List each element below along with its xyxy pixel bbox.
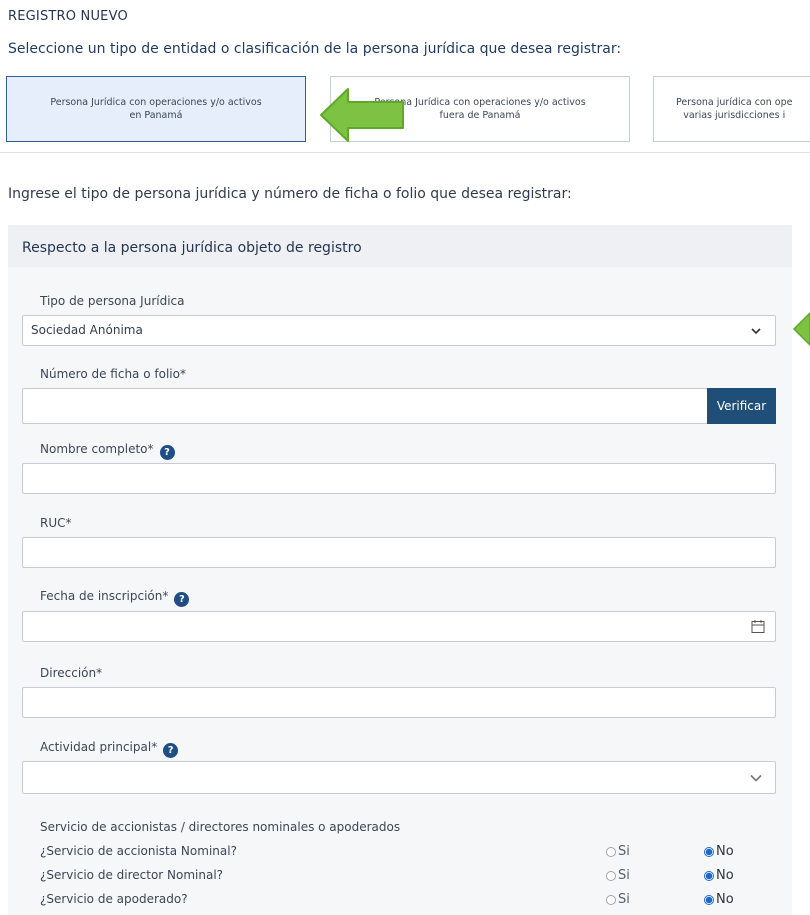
fecha-label: Fecha de inscripción*? [40,589,190,607]
direccion-label: Dirección* [40,666,103,680]
entity-card-abroad-label: Persona Jurídica con operaciones y/o act… [374,97,586,121]
radio-no-label: No [716,892,734,907]
arrow-left-icon [320,88,404,142]
entity-type-prompt: Seleccione un tipo de entidad o clasific… [8,41,622,57]
radio-apoderado-no[interactable]: No [704,892,734,907]
page-title: REGISTRO NUEVO [8,9,128,24]
entity-card-multi-label: Persona jurídica con ope varias jurisdic… [676,97,793,121]
help-icon[interactable]: ? [163,743,179,758]
verify-button[interactable]: Verificar [707,388,776,424]
radio-accionista-no[interactable]: No [704,844,734,859]
entity-card-panama-label: Persona Jurídica con operaciones y/o act… [50,97,262,121]
question-accionista-text: ¿Servicio de accionista Nominal? [40,844,237,858]
radio-si-label: Si [618,868,630,883]
actividad-label: Actividad principal*? [40,740,179,758]
radio-accionista-si[interactable]: Si [606,844,630,859]
radio-no-label: No [716,868,734,883]
question-row: ¿Servicio de apoderado? Si No [40,890,780,910]
question-row: ¿Servicio de director Nominal? Si No [40,866,780,886]
radio-apoderado-si[interactable]: Si [606,892,630,907]
ruc-label: RUC* [40,516,72,530]
entity-card-multi-jurisdiction[interactable]: Persona jurídica con ope varias jurisdic… [653,76,810,142]
panel-title: Respecto a la persona jurídica objeto de… [22,240,362,256]
entity-card-panama[interactable]: Persona Jurídica con operaciones y/o act… [6,76,306,142]
radio-director-si[interactable]: Si [606,868,630,883]
fecha-input[interactable] [22,611,776,642]
chevron-down-icon [750,774,762,782]
actividad-label-text: Actividad principal* [40,740,158,754]
question-director-text: ¿Servicio de director Nominal? [40,868,224,882]
radio-si-label: Si [618,844,630,859]
registry-prompt: Ingrese el tipo de persona jurídica y nú… [8,186,572,202]
tipo-persona-label: Tipo de persona Jurídica [40,294,185,308]
nominal-services-heading: Servicio de accionistas / directores nom… [40,820,401,834]
radio-si-label: Si [618,892,630,907]
tipo-persona-select[interactable]: Sociedad Anónima [22,315,776,346]
actividad-select[interactable] [22,761,776,794]
chevron-down-icon [751,328,761,335]
direccion-input[interactable] [22,687,776,718]
fecha-label-text: Fecha de inscripción* [40,589,169,603]
tipo-persona-value: Sociedad Anónima [31,323,143,337]
section-divider [0,152,810,153]
ficha-label: Número de ficha o folio* [40,367,186,381]
radio-no-label: No [716,844,734,859]
help-icon[interactable]: ? [174,592,190,607]
nombre-label: Nombre completo*? [40,442,175,460]
question-row: ¿Servicio de accionista Nominal? Si No [40,842,780,862]
ficha-input[interactable] [22,388,708,424]
radio-director-no[interactable]: No [704,868,734,883]
nombre-label-text: Nombre completo* [40,442,154,456]
question-apoderado-text: ¿Servicio de apoderado? [40,892,188,906]
ruc-input[interactable] [22,537,776,568]
calendar-icon[interactable] [751,619,765,634]
arrow-left-icon [792,311,810,347]
help-icon[interactable]: ? [159,445,175,460]
nombre-input[interactable] [22,463,776,494]
